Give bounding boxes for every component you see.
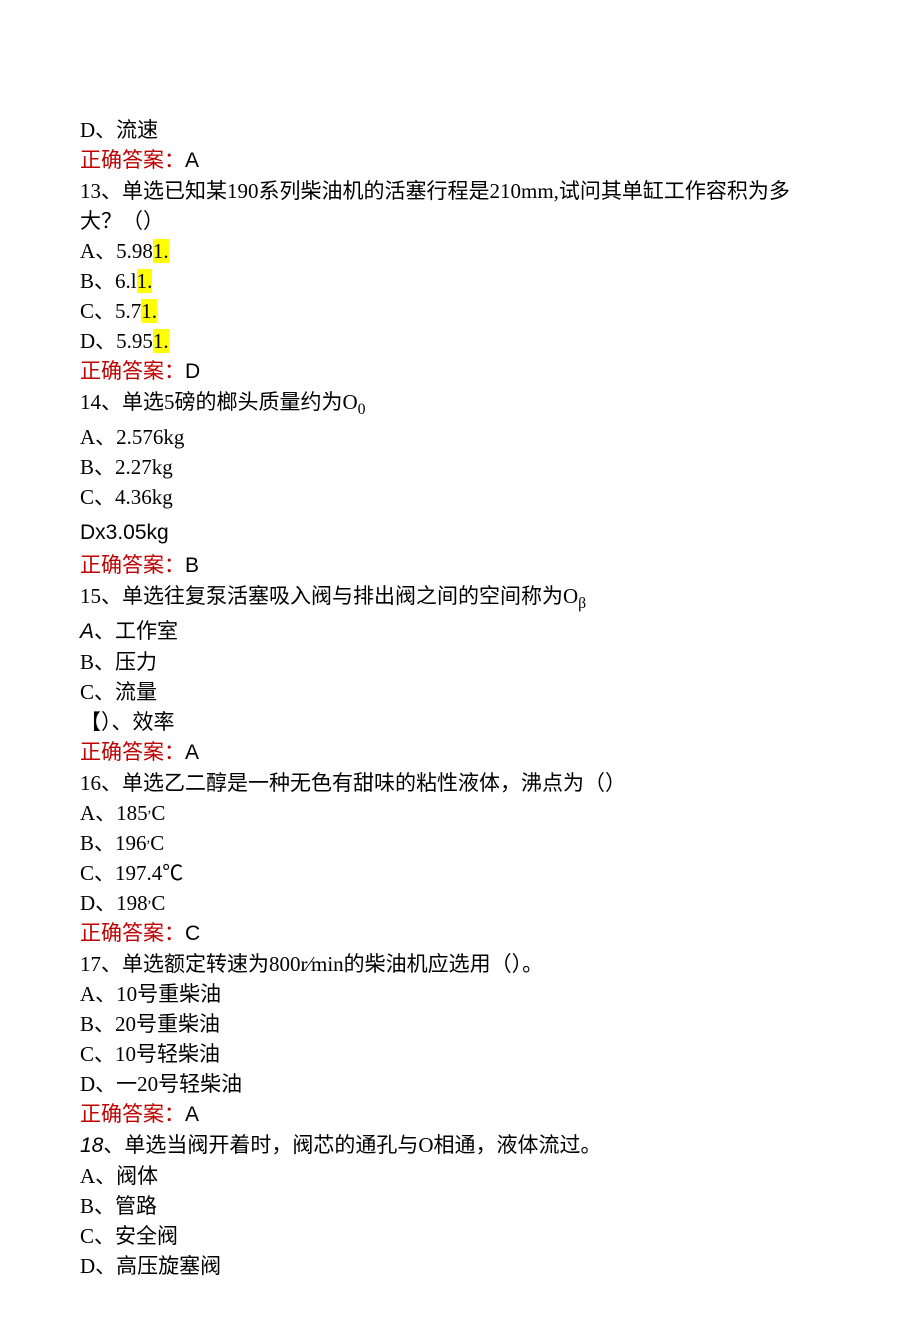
q13-stem-line1: 13、单选已知某190系列柴油机的活塞行程是210mm,试问其单缸工作容积为多	[80, 176, 840, 206]
q14-option-a: A、2.576kg	[80, 422, 840, 452]
q12-answer: 正确答案：A	[80, 145, 840, 176]
stem-text: 15、单选往复泵活塞吸入阀与排出阀之间的空间称为O	[80, 584, 578, 608]
q14-option-b: B、2.27kg	[80, 452, 840, 482]
highlight-text: 1.	[153, 239, 169, 263]
q18-option-d: D、高压旋塞阀	[80, 1251, 840, 1281]
q14-option-c: C、4.36kg	[80, 482, 840, 512]
option-text: A、5.98	[80, 239, 153, 263]
answer-value: C	[185, 922, 200, 945]
answer-label: 正确答案：	[80, 921, 185, 945]
option-suffix: C	[150, 831, 164, 855]
q16-answer: 正确答案：C	[80, 918, 840, 949]
option-suffix: C	[151, 891, 165, 915]
highlight-text: 1.	[137, 269, 153, 293]
answer-value: B	[185, 554, 199, 577]
option-text: 、工作室	[94, 619, 178, 643]
answer-label: 正确答案：	[80, 359, 185, 383]
answer-label: 正确答案：	[80, 740, 185, 764]
q17-option-a: A、10号重柴油	[80, 979, 840, 1009]
q16-stem: 16、单选乙二醇是一种无色有甜味的粘性液体，沸点为（）	[80, 768, 840, 798]
option-text: B、196	[80, 831, 147, 855]
answer-label: 正确答案：	[80, 148, 185, 172]
q13-option-c: C、5.71.	[80, 296, 840, 326]
option-text: B、6.l	[80, 269, 137, 293]
q17-option-d: D、一20号轻柴油	[80, 1069, 840, 1099]
stem-text: 、单选当阀开着时，阀芯的通孔与O相通，液体流过。	[103, 1133, 601, 1157]
q15-option-b: B、压力	[80, 647, 840, 677]
answer-value: A	[185, 741, 199, 764]
highlight-text: 1.	[153, 329, 169, 353]
q15-option-a: A、工作室	[80, 616, 840, 647]
option-text: C、5.7	[80, 299, 141, 323]
q15-option-d: 【）、效率	[80, 707, 840, 737]
q17-stem: 17、单选额定转速为800r⁄min的柴油机应选用（）。	[80, 949, 840, 979]
answer-value: A	[185, 1103, 199, 1126]
q16-option-c: C、197.4℃	[80, 858, 840, 888]
q18-option-b: B、管路	[80, 1191, 840, 1221]
q15-stem: 15、单选往复泵活塞吸入阀与排出阀之间的空间称为Oβ	[80, 581, 840, 616]
q15-answer: 正确答案：A	[80, 737, 840, 768]
stem-text: 14、单选5磅的榔头质量约为O	[80, 390, 358, 414]
highlight-text: 1.	[141, 299, 157, 323]
q16-option-d: D、198,C	[80, 888, 840, 918]
q16-option-b: B、196,C	[80, 828, 840, 858]
q13-option-d: D、5.951.	[80, 326, 840, 356]
q14-stem: 14、单选5磅的榔头质量约为O0	[80, 387, 840, 422]
option-text: D、5.95	[80, 329, 153, 353]
q17-option-b: B、20号重柴油	[80, 1009, 840, 1039]
option-text: D、198	[80, 891, 148, 915]
q18-option-c: C、安全阀	[80, 1221, 840, 1251]
q16-option-a: A、185,C	[80, 798, 840, 828]
q13-option-a: A、5.981.	[80, 236, 840, 266]
q15-option-c: C、流量	[80, 677, 840, 707]
q17-answer: 正确答案：A	[80, 1099, 840, 1130]
option-suffix: C	[151, 801, 165, 825]
q13-stem-line2: 大？（）	[80, 206, 840, 236]
subscript: β	[578, 595, 586, 612]
answer-value: D	[185, 360, 200, 383]
answer-label: 正确答案：	[80, 1102, 185, 1126]
q14-answer: 正确答案：B	[80, 550, 840, 581]
q18-stem: 18、单选当阀开着时，阀芯的通孔与O相通，液体流过。	[80, 1130, 840, 1161]
answer-value: A	[185, 149, 199, 172]
q14-option-d: Dx3.05kg	[80, 518, 840, 548]
option-letter: A	[80, 620, 94, 643]
q18-option-a: A、阀体	[80, 1161, 840, 1191]
q13-answer: 正确答案：D	[80, 356, 840, 387]
subscript: 0	[358, 401, 366, 418]
q12-option-d: D、流速	[80, 115, 840, 145]
question-number: 18	[80, 1134, 103, 1157]
answer-label: 正确答案：	[80, 553, 185, 577]
option-text: A、185	[80, 801, 148, 825]
q17-option-c: C、10号轻柴油	[80, 1039, 840, 1069]
q13-option-b: B、6.l1.	[80, 266, 840, 296]
